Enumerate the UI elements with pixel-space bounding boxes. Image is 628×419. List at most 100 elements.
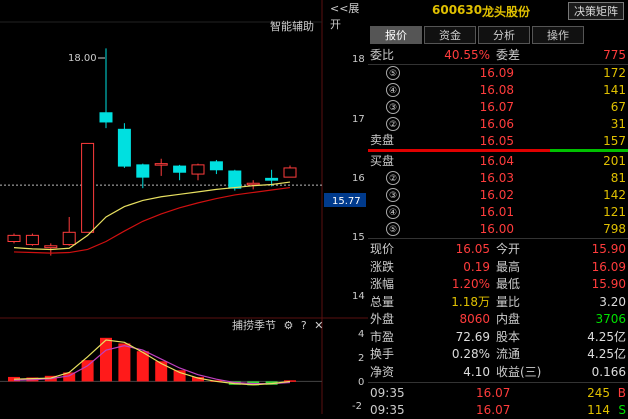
quote-row: 外盘 8060 内盘 3706 (368, 310, 628, 328)
price-tick-15: 15 (352, 232, 365, 243)
indicator-tick-0: 0 (358, 377, 364, 388)
buy-level-price: 16.04 (479, 154, 514, 168)
quote-v1: 1.18万 (451, 294, 490, 309)
gear-icon[interactable]: ⚙ (284, 319, 294, 332)
quote-l2: 今开 (496, 242, 521, 256)
tab-operation[interactable]: 操作 (532, 26, 584, 44)
stock-code: 600630 (432, 3, 483, 17)
quote-v1: 16.05 (455, 242, 490, 256)
sell-level-volume: 67 (610, 100, 626, 114)
buy-level-volume: 121 (603, 205, 626, 219)
max-price-label: 18.00 (68, 53, 97, 64)
sell-side-label: 卖盘 (370, 133, 395, 147)
candle-body (246, 182, 260, 186)
sell-level-row[interactable]: 16.05 157 (368, 132, 628, 150)
indicator-title: 捕捞季节 ⚙ ? ✕ (232, 318, 323, 334)
buy-level-price: 16.02 (479, 188, 514, 202)
close-icon[interactable]: ✕ (314, 319, 323, 332)
quote-l1: 涨幅 (370, 277, 395, 291)
quote-v2: 4.25亿 (587, 347, 626, 361)
weicha-value: 775 (603, 48, 626, 62)
tick-time: 09:35 (370, 386, 405, 400)
candle-body (209, 161, 223, 171)
trade-tick-row: 09:35 16.07 114 S (368, 401, 628, 419)
sell-level-price: 16.07 (479, 100, 514, 114)
indicator-tick-neg2: -2 (352, 401, 362, 412)
quote-v1: 72.69 (455, 329, 490, 344)
quote-l2: 股本 (496, 329, 521, 344)
decision-matrix-button[interactable]: 决策矩阵 (568, 2, 624, 20)
buy-level-volume: 201 (603, 154, 626, 168)
quote-l1: 外盘 (370, 312, 395, 326)
quote-l2: 最高 (496, 259, 521, 274)
quote-l1: 净资 (370, 364, 395, 379)
tick-price: 16.07 (476, 403, 511, 417)
price-tick-18: 18 (352, 54, 365, 65)
buy-level-volume: 798 (603, 222, 626, 236)
ma-long-line (13, 186, 291, 254)
quote-row: 市盈 72.69 股本 4.25亿 (368, 328, 628, 346)
quote-l2: 内盘 (496, 312, 521, 326)
buy-level-row[interactable]: ② 16.03 81 (368, 169, 628, 187)
buy-level-index: ④ (386, 205, 400, 219)
quote-v2: 0.166 (591, 364, 626, 379)
sell-level-index: ② (386, 117, 400, 131)
buy-level-index: ③ (386, 188, 400, 202)
candle-body (25, 234, 39, 246)
sell-level-volume: 141 (603, 83, 626, 97)
buy-level-price: 16.00 (479, 222, 514, 236)
sell-level-index: ⑤ (386, 66, 400, 80)
sell-level-row[interactable]: ⑤ 16.09 172 (368, 64, 628, 82)
expand-toggle[interactable]: <<展开 (330, 0, 368, 32)
candle-body (81, 142, 95, 233)
quote-row: 换手 0.28% 流通 4.25亿 (368, 345, 628, 363)
tab-funds[interactable]: 资金 (424, 26, 476, 44)
tick-price: 16.07 (476, 386, 511, 400)
tab-analysis[interactable]: 分析 (478, 26, 530, 44)
quote-l2: 收益(三) (496, 364, 542, 379)
candle-body (136, 164, 150, 178)
candle-body (117, 128, 131, 167)
candle-body (99, 112, 113, 123)
weibi-ratio: 40.55% (444, 48, 490, 62)
tick-side: B (617, 386, 626, 400)
sell-level-index: ④ (386, 83, 400, 97)
indicator-name: 捕捞季节 (232, 319, 276, 332)
candle-body (62, 231, 76, 246)
buy-level-index: ⑤ (386, 222, 400, 236)
sell-level-row[interactable]: ③ 16.07 67 (368, 98, 628, 116)
price-tick-17: 17 (352, 114, 365, 125)
quote-l1: 市盈 (370, 329, 395, 344)
buy-level-row[interactable]: ③ 16.02 142 (368, 186, 628, 204)
weibi-label: 委比 (370, 48, 395, 62)
candle-body (283, 167, 297, 178)
buy-level-row[interactable]: 16.04 201 (368, 152, 628, 170)
sell-level-row[interactable]: ④ 16.08 141 (368, 81, 628, 99)
price-tick-16: 16 (352, 173, 365, 184)
quote-v2: 4.25亿 (587, 329, 626, 344)
quote-v2: 16.09 (591, 259, 626, 274)
indicator-line-2 (13, 345, 291, 385)
kline-chart-area[interactable]: 18 17 16 15 14 15.77 4 2 0 -2 18.00 <<展开… (0, 0, 368, 414)
buy-level-row[interactable]: ⑤ 16.00 798 (368, 220, 628, 238)
indicator-bar (81, 360, 94, 382)
candle-body (265, 177, 279, 181)
buy-level-price: 16.03 (479, 171, 514, 185)
quote-row: 现价 16.05 今开 15.90 (368, 240, 628, 258)
sell-level-row[interactable]: ② 16.06 31 (368, 115, 628, 133)
tick-volume: 114 (587, 403, 610, 417)
quote-v1: 0.28% (451, 347, 490, 361)
kline-chart[interactable]: 18 17 16 15 14 15.77 4 2 0 -2 18.00 (0, 0, 368, 414)
quote-v2: 3706 (595, 312, 626, 326)
indicator-bar (155, 361, 168, 382)
tab-quote[interactable]: 报价 (370, 26, 422, 44)
smart-assist-label[interactable]: 智能辅助 (270, 18, 314, 34)
tick-side: S (618, 403, 626, 417)
quote-panel: 600630 龙头股份 决策矩阵 报价 资金 分析 操作 委比 40.55% 委… (368, 0, 628, 417)
help-icon[interactable]: ? (301, 319, 307, 332)
quote-v1: 4.10 (463, 364, 490, 379)
price-tick-14: 14 (352, 291, 365, 302)
buy-level-row[interactable]: ④ 16.01 121 (368, 203, 628, 221)
quote-row: 涨幅 1.20% 最低 15.90 (368, 275, 628, 293)
sell-level-price: 16.06 (479, 117, 514, 131)
